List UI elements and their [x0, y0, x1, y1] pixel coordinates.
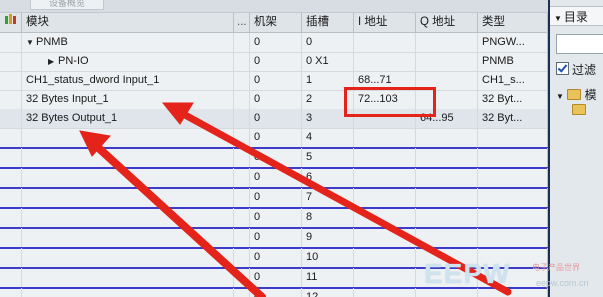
watermark-logo: EEPW	[424, 258, 511, 289]
catalog-subtree-item[interactable]	[572, 104, 586, 117]
catalog-search-input[interactable]	[556, 34, 603, 54]
annotation-arrows	[79, 102, 512, 297]
catalog-panel: ▼ 目录 过滤 ▼ 模	[548, 0, 603, 297]
folder-icon	[567, 89, 582, 100]
arrow-to-output-shaft	[88, 138, 266, 297]
tree-expand-icon[interactable]: ▼	[556, 92, 564, 101]
catalog-expand-icon[interactable]: ▼	[554, 14, 562, 23]
catalog-title: ▼ 目录	[550, 6, 603, 26]
filter-checkbox-row[interactable]: 过滤	[556, 62, 596, 78]
checkbox-checked-icon[interactable]	[556, 62, 569, 75]
watermark-url: eepw.com.cn	[536, 278, 589, 288]
watermark-subtitle: 电子产品世界	[532, 263, 580, 272]
eepw-watermark: EEPW 电子产品世界 eepw.com.cn	[424, 258, 599, 294]
folder-icon	[572, 104, 586, 115]
catalog-tree-item[interactable]: ▼ 模	[556, 86, 597, 103]
